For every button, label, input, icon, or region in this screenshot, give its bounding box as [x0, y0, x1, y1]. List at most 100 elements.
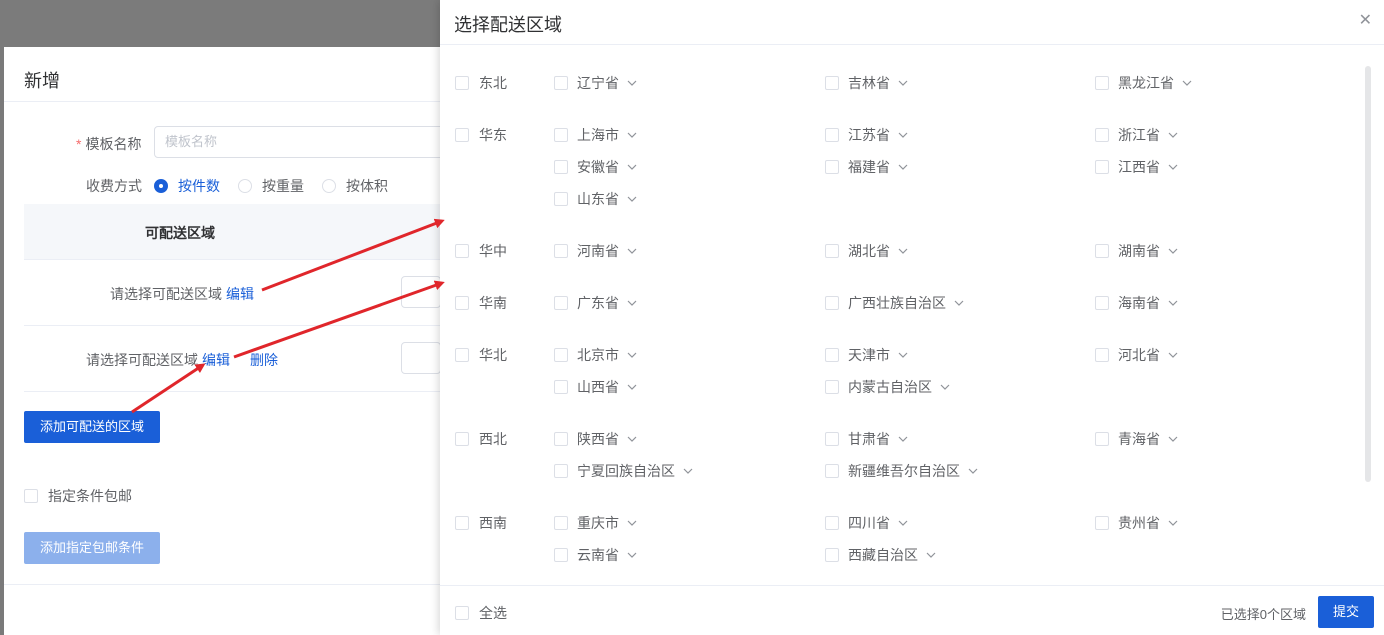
- chevron-down-icon[interactable]: [627, 78, 637, 88]
- chevron-down-icon[interactable]: [1168, 298, 1178, 308]
- province-item[interactable]: 湖南省: [1095, 241, 1178, 261]
- province-item[interactable]: 重庆市: [554, 513, 637, 533]
- region-checkbox[interactable]: [455, 348, 469, 362]
- province-item[interactable]: 福建省: [825, 157, 908, 177]
- chevron-down-icon[interactable]: [1168, 246, 1178, 256]
- province-checkbox[interactable]: [825, 128, 839, 142]
- row-input[interactable]: [401, 276, 441, 308]
- chevron-down-icon[interactable]: [898, 246, 908, 256]
- province-item[interactable]: 上海市: [554, 125, 637, 145]
- chevron-down-icon[interactable]: [627, 382, 637, 392]
- chevron-down-icon[interactable]: [954, 298, 964, 308]
- province-item[interactable]: 湖北省: [825, 241, 908, 261]
- add-condition-button[interactable]: 添加指定包邮条件: [24, 532, 160, 564]
- province-checkbox[interactable]: [1095, 432, 1109, 446]
- delete-link[interactable]: 删除: [250, 352, 278, 368]
- chevron-down-icon[interactable]: [898, 78, 908, 88]
- province-item[interactable]: 青海省: [1095, 429, 1178, 449]
- province-checkbox[interactable]: [1095, 76, 1109, 90]
- province-checkbox[interactable]: [554, 464, 568, 478]
- chevron-down-icon[interactable]: [1168, 130, 1178, 140]
- template-name-input[interactable]: 模板名称: [154, 126, 454, 158]
- edit-link[interactable]: 编辑: [226, 286, 254, 302]
- province-item[interactable]: 云南省: [554, 545, 637, 565]
- province-item[interactable]: 安徽省: [554, 157, 637, 177]
- chevron-down-icon[interactable]: [1168, 350, 1178, 360]
- select-all[interactable]: 全选: [455, 603, 507, 623]
- province-checkbox[interactable]: [1095, 296, 1109, 310]
- province-checkbox[interactable]: [825, 432, 839, 446]
- province-checkbox[interactable]: [1095, 516, 1109, 530]
- submit-button[interactable]: 提交: [1318, 596, 1374, 628]
- chevron-down-icon[interactable]: [926, 550, 936, 560]
- province-item[interactable]: 河北省: [1095, 345, 1178, 365]
- province-checkbox[interactable]: [825, 464, 839, 478]
- radio-by-weight[interactable]: 按重量: [238, 176, 304, 196]
- province-checkbox[interactable]: [554, 516, 568, 530]
- province-checkbox[interactable]: [825, 160, 839, 174]
- close-icon[interactable]: ✕: [1359, 10, 1372, 30]
- chevron-down-icon[interactable]: [898, 518, 908, 528]
- province-checkbox[interactable]: [554, 380, 568, 394]
- radio-by-piece[interactable]: 按件数: [154, 176, 220, 196]
- region-east[interactable]: 华东: [455, 125, 507, 145]
- province-checkbox[interactable]: [1095, 128, 1109, 142]
- chevron-down-icon[interactable]: [898, 162, 908, 172]
- chevron-down-icon[interactable]: [1168, 162, 1178, 172]
- province-item[interactable]: 辽宁省: [554, 73, 637, 93]
- province-item[interactable]: 江苏省: [825, 125, 908, 145]
- province-item[interactable]: 西藏自治区: [825, 545, 936, 565]
- region-north[interactable]: 华北: [455, 345, 507, 365]
- province-item[interactable]: 广东省: [554, 293, 637, 313]
- province-checkbox[interactable]: [554, 348, 568, 362]
- chevron-down-icon[interactable]: [1168, 434, 1178, 444]
- region-south[interactable]: 华南: [455, 293, 507, 313]
- chevron-down-icon[interactable]: [627, 350, 637, 360]
- chevron-down-icon[interactable]: [627, 298, 637, 308]
- region-central[interactable]: 华中: [455, 241, 507, 261]
- region-southwest[interactable]: 西南: [455, 513, 507, 533]
- chevron-down-icon[interactable]: [627, 194, 637, 204]
- province-checkbox[interactable]: [1095, 348, 1109, 362]
- province-checkbox[interactable]: [554, 548, 568, 562]
- province-item[interactable]: 新疆维吾尔自治区: [825, 461, 978, 481]
- province-item[interactable]: 黑龙江省: [1095, 73, 1192, 93]
- chevron-down-icon[interactable]: [1182, 78, 1192, 88]
- row-input[interactable]: [401, 342, 441, 374]
- chevron-down-icon[interactable]: [968, 466, 978, 476]
- province-checkbox[interactable]: [554, 432, 568, 446]
- province-checkbox[interactable]: [554, 192, 568, 206]
- province-checkbox[interactable]: [1095, 160, 1109, 174]
- province-item[interactable]: 北京市: [554, 345, 637, 365]
- province-checkbox[interactable]: [825, 380, 839, 394]
- chevron-down-icon[interactable]: [627, 162, 637, 172]
- province-checkbox[interactable]: [1095, 244, 1109, 258]
- province-item[interactable]: 广西壮族自治区: [825, 293, 964, 313]
- chevron-down-icon[interactable]: [627, 550, 637, 560]
- region-checkbox[interactable]: [455, 244, 469, 258]
- province-checkbox[interactable]: [825, 244, 839, 258]
- province-item[interactable]: 宁夏回族自治区: [554, 461, 693, 481]
- province-item[interactable]: 甘肃省: [825, 429, 908, 449]
- province-item[interactable]: 江西省: [1095, 157, 1178, 177]
- province-item[interactable]: 内蒙古自治区: [825, 377, 950, 397]
- chevron-down-icon[interactable]: [940, 382, 950, 392]
- province-item[interactable]: 山东省: [554, 189, 637, 209]
- scrollbar[interactable]: [1365, 66, 1371, 482]
- chevron-down-icon[interactable]: [627, 434, 637, 444]
- province-item[interactable]: 天津市: [825, 345, 908, 365]
- chevron-down-icon[interactable]: [627, 518, 637, 528]
- province-checkbox[interactable]: [554, 160, 568, 174]
- province-checkbox[interactable]: [825, 548, 839, 562]
- chevron-down-icon[interactable]: [898, 350, 908, 360]
- province-item[interactable]: 陕西省: [554, 429, 637, 449]
- province-item[interactable]: 吉林省: [825, 73, 908, 93]
- province-checkbox[interactable]: [554, 76, 568, 90]
- select-all-checkbox[interactable]: [455, 606, 469, 620]
- province-item[interactable]: 贵州省: [1095, 513, 1178, 533]
- province-checkbox[interactable]: [825, 76, 839, 90]
- region-checkbox[interactable]: [455, 432, 469, 446]
- chevron-down-icon[interactable]: [683, 466, 693, 476]
- chevron-down-icon[interactable]: [898, 130, 908, 140]
- add-area-button[interactable]: 添加可配送的区域: [24, 411, 160, 443]
